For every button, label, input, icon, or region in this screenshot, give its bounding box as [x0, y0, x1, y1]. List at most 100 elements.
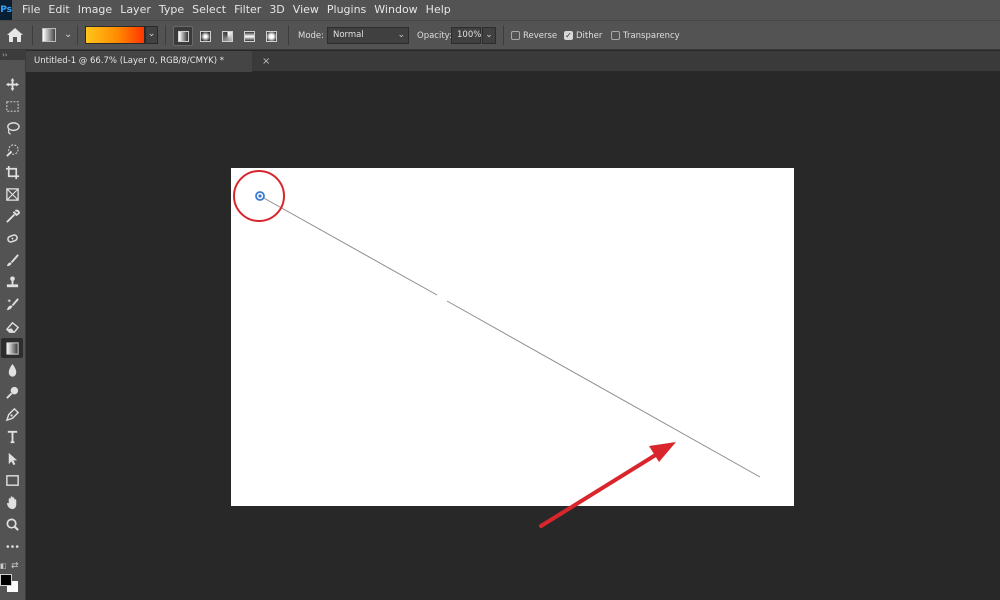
menu-select[interactable]: Select: [188, 0, 230, 20]
menu-view[interactable]: View: [289, 0, 323, 20]
separator: [77, 25, 78, 45]
menu-plugins[interactable]: Plugins: [323, 0, 370, 20]
menu-file[interactable]: File: [18, 0, 44, 20]
separator: [32, 25, 33, 45]
close-icon[interactable]: ×: [262, 51, 270, 72]
zoom-tool[interactable]: [1, 514, 23, 534]
history-brush-icon: [6, 297, 19, 310]
linear-gradient-icon: [177, 30, 189, 42]
lasso-tool[interactable]: [1, 118, 23, 138]
photoshop-logo: Ps: [0, 0, 12, 20]
path-select-icon: [8, 452, 17, 465]
eraser-icon: [5, 321, 19, 333]
marquee-tool[interactable]: [1, 96, 23, 116]
healing-brush-icon: [6, 233, 18, 243]
frame-icon: [5, 187, 19, 201]
gradient-tool[interactable]: [1, 338, 23, 358]
options-bar: ⌄ ⌄ Mode: Normal ⌄ Opacity: 100% ⌄ Rever…: [0, 20, 1000, 50]
type-icon: [7, 430, 17, 443]
blur-tool[interactable]: [1, 360, 23, 380]
brush-tool[interactable]: [1, 250, 23, 270]
transparency-label: Transparency: [623, 31, 680, 41]
crop-tool[interactable]: [1, 162, 23, 182]
tools-collapse-toggle[interactable]: ››: [0, 50, 26, 60]
reflected-gradient-icon: [243, 30, 255, 42]
swap-colors-icon[interactable]: ⇄: [11, 561, 19, 571]
default-colors-icon[interactable]: ◧: [0, 562, 7, 570]
diamond-gradient-button[interactable]: [261, 26, 281, 46]
rectangle-tool[interactable]: [1, 470, 23, 490]
zoom-icon: [6, 518, 19, 531]
hand-tool[interactable]: [1, 492, 23, 512]
pen-icon: [5, 407, 19, 421]
menu-bar: Ps File Edit Image Layer Type Select Fil…: [0, 0, 1000, 20]
more-tools-button[interactable]: [1, 536, 23, 556]
move-tool[interactable]: [1, 74, 23, 94]
gradient-picker-dropdown[interactable]: ⌄: [145, 26, 158, 44]
opacity-dropdown[interactable]: ⌄: [482, 27, 496, 44]
type-tool[interactable]: [1, 426, 23, 446]
crop-icon: [5, 165, 19, 179]
eraser-tool[interactable]: [1, 316, 23, 336]
menu-image[interactable]: Image: [74, 0, 116, 20]
frame-tool[interactable]: [1, 184, 23, 204]
radial-gradient-button[interactable]: [195, 26, 215, 46]
menu-edit[interactable]: Edit: [44, 0, 73, 20]
dither-checkbox[interactable]: ✓: [564, 31, 573, 40]
separator: [165, 25, 166, 45]
document-tab-bar: Untitled-1 @ 66.7% (Layer 0, RGB/8/CMYK)…: [26, 51, 1000, 72]
document-canvas[interactable]: [231, 168, 794, 506]
hand-icon: [6, 495, 16, 509]
opacity-value: 100%: [457, 30, 482, 40]
menu-window[interactable]: Window: [370, 0, 421, 20]
opacity-input[interactable]: 100%: [451, 27, 481, 44]
blur-icon: [8, 363, 16, 377]
opacity-label: Opacity:: [417, 31, 452, 41]
chevron-down-icon[interactable]: ⌄: [64, 29, 72, 40]
separator: [503, 25, 504, 45]
healing-brush-tool[interactable]: [1, 228, 23, 248]
menu-type[interactable]: Type: [155, 0, 188, 20]
tools-panel: ›› ◧ ⇄: [0, 50, 26, 600]
menu-filter[interactable]: Filter: [230, 0, 265, 20]
eyedropper-icon: [5, 209, 20, 223]
separator: [288, 25, 289, 45]
marquee-icon: [5, 100, 19, 112]
quick-select-icon: [5, 143, 19, 157]
mode-select[interactable]: Normal ⌄: [327, 27, 409, 44]
radial-gradient-icon: [199, 30, 211, 42]
lasso-icon: [6, 121, 20, 135]
angle-gradient-button[interactable]: [217, 26, 237, 46]
angle-gradient-icon: [221, 30, 233, 42]
eyedropper-tool[interactable]: [1, 206, 23, 226]
foreground-color-swatch[interactable]: [0, 574, 12, 586]
more-tools-icon: [6, 544, 18, 548]
document-tab[interactable]: Untitled-1 @ 66.7% (Layer 0, RGB/8/CMYK)…: [26, 51, 252, 72]
gradient-icon: [5, 341, 19, 355]
menu-layer[interactable]: Layer: [116, 0, 155, 20]
reverse-label: Reverse: [523, 31, 558, 41]
clone-stamp-tool[interactable]: [1, 272, 23, 292]
menu-3d[interactable]: 3D: [265, 0, 288, 20]
pen-tool[interactable]: [1, 404, 23, 424]
mode-label: Mode:: [298, 31, 325, 41]
dodge-tool[interactable]: [1, 382, 23, 402]
brush-icon: [6, 253, 19, 266]
reflected-gradient-button[interactable]: [239, 26, 259, 46]
path-select-tool[interactable]: [1, 448, 23, 468]
gradient-editor-swatch[interactable]: [85, 26, 145, 44]
reverse-checkbox[interactable]: [511, 31, 520, 40]
clone-stamp-icon: [6, 275, 18, 287]
linear-gradient-button[interactable]: [173, 26, 193, 46]
history-brush-tool[interactable]: [1, 294, 23, 314]
transparency-checkbox[interactable]: [611, 31, 620, 40]
dodge-icon: [5, 386, 18, 399]
gradient-preset-icon[interactable]: [42, 28, 56, 42]
move-icon: [5, 77, 19, 91]
chevron-down-icon: ⌄: [397, 30, 405, 40]
quick-select-tool[interactable]: [1, 140, 23, 160]
rectangle-icon: [5, 474, 19, 486]
home-icon[interactable]: [6, 27, 24, 43]
menu-help[interactable]: Help: [422, 0, 455, 20]
diamond-gradient-icon: [265, 30, 277, 42]
